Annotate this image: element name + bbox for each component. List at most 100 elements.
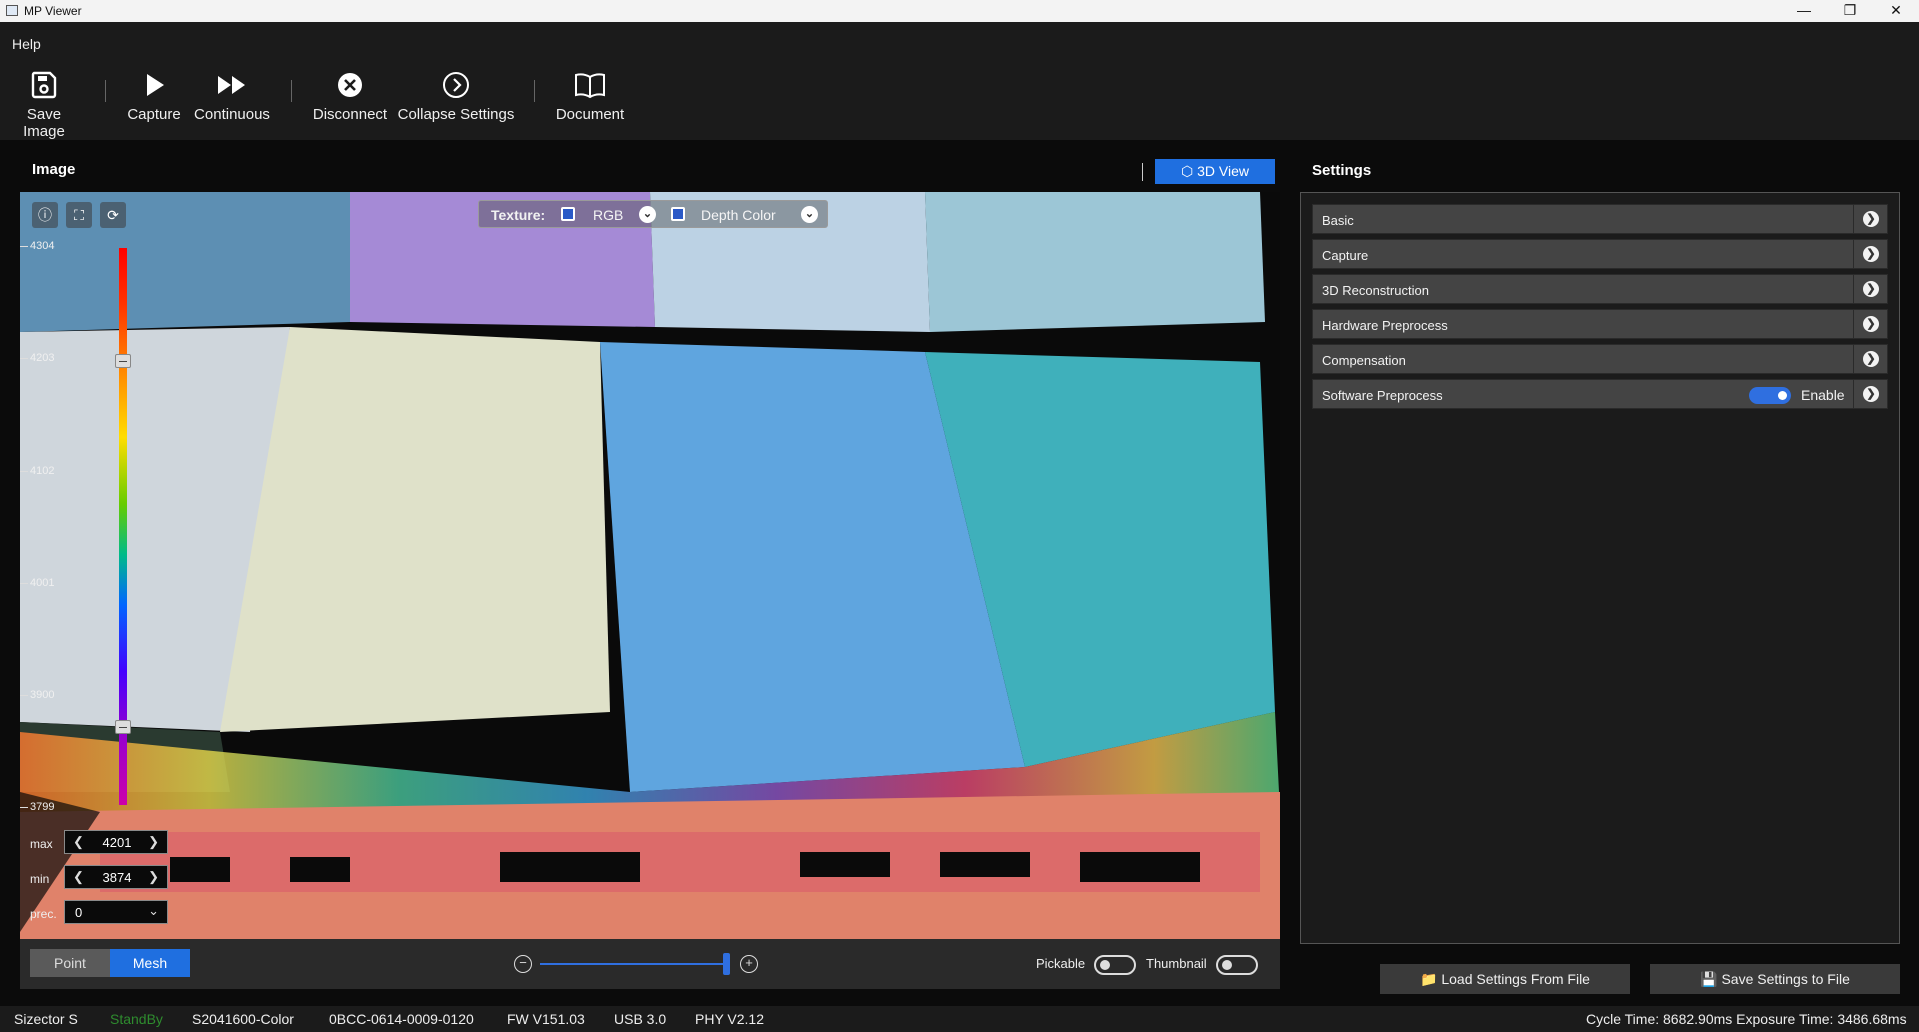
depth-color-checkbox[interactable] (671, 207, 685, 221)
point-cloud-render[interactable] (20, 192, 1280, 939)
load-settings-label: Load Settings From File (1441, 971, 1590, 987)
colorbar-max-handle[interactable] (115, 354, 131, 368)
expand-button[interactable]: ❯ (1853, 205, 1887, 233)
scale-tick: 4304 (20, 240, 55, 252)
app-icon (6, 5, 18, 16)
depth-color-dropdown-icon[interactable]: ⌄ (801, 206, 818, 223)
point-mode-button[interactable]: Point (30, 949, 110, 977)
scale-tick: 4102 (20, 465, 55, 477)
capture-button[interactable]: Capture (124, 58, 184, 140)
expand-button[interactable]: ❯ (1853, 240, 1887, 268)
zoom-slider-handle[interactable] (723, 953, 730, 975)
section-label: Basic (1322, 213, 1354, 228)
settings-section-basic[interactable]: Basic ❯ (1312, 204, 1888, 234)
device-serial: S2041600-Color (192, 1011, 294, 1027)
chevron-left-icon[interactable]: ❮ (73, 834, 84, 850)
scale-tick: 3799 (20, 801, 55, 813)
collapse-settings-button[interactable]: Collapse Settings (396, 58, 516, 140)
close-icon[interactable]: ✕ (1873, 0, 1919, 22)
timing-info: Cycle Time: 8682.90ms Exposure Time: 348… (1586, 1011, 1907, 1027)
menu-bar: Help (0, 22, 1919, 58)
settings-section-capture[interactable]: Capture ❯ (1312, 239, 1888, 269)
document-label: Document (555, 106, 625, 123)
image-panel-title: Image (32, 161, 76, 178)
mesh-mode-button[interactable]: Mesh (110, 949, 190, 977)
thumbnail-label: Thumbnail (1146, 956, 1207, 971)
fit-view-icon[interactable]: ⛶ (66, 202, 92, 228)
expand-button[interactable]: ❯ (1853, 345, 1887, 373)
3d-view-button[interactable]: ⬡ 3D View (1155, 159, 1275, 184)
viewport-bottom-bar: Point Mesh − + Pickable Thumbnail (20, 939, 1280, 989)
thumbnail-toggle[interactable] (1216, 955, 1258, 975)
zoom-slider[interactable] (540, 963, 730, 965)
menu-help[interactable]: Help (12, 36, 41, 52)
section-label: Compensation (1322, 353, 1406, 368)
3d-viewport[interactable]: ⓘ ⛶ ⟳ Texture: RGB ⌄ Depth Color ⌄ 4304 … (20, 192, 1280, 939)
rgb-checkbox[interactable] (561, 207, 575, 221)
save-settings-button[interactable]: 💾 Save Settings to File (1650, 964, 1900, 994)
disconnect-button[interactable]: Disconnect (310, 58, 390, 140)
settings-section-compensation[interactable]: Compensation ❯ (1312, 344, 1888, 374)
zoom-in-icon[interactable]: + (740, 955, 758, 973)
device-state: StandBy (110, 1011, 163, 1027)
load-settings-button[interactable]: 📁 Load Settings From File (1380, 964, 1630, 994)
chevron-right-icon: ❯ (1863, 246, 1879, 262)
folder-icon: 📁 (1420, 971, 1438, 987)
play-icon (147, 74, 164, 96)
settings-section-3d-reconstruction[interactable]: 3D Reconstruction ❯ (1312, 274, 1888, 304)
capture-label: Capture (127, 106, 181, 123)
restore-icon[interactable]: ❐ (1827, 0, 1873, 22)
expand-button[interactable]: ❯ (1853, 310, 1887, 338)
usb-version: USB 3.0 (614, 1011, 667, 1027)
chevron-down-icon: ⌄ (148, 903, 159, 918)
min-stepper[interactable]: 3874 ❮ ❯ (64, 865, 168, 889)
settings-section-hardware-preprocess[interactable]: Hardware Preprocess ❯ (1312, 309, 1888, 339)
section-label: Hardware Preprocess (1322, 318, 1448, 333)
chevron-right-icon[interactable]: ❯ (148, 869, 159, 885)
reset-rotation-icon[interactable]: ⟳ (100, 202, 126, 228)
title-bar: MP Viewer — ❐ ✕ (0, 0, 1919, 22)
section-label: Software Preprocess (1322, 388, 1443, 403)
phy-version: PHY V2.12 (695, 1011, 765, 1027)
section-label: 3D Reconstruction (1322, 283, 1429, 298)
chevron-right-icon: ❯ (1863, 316, 1879, 332)
continuous-button[interactable]: Continuous (190, 58, 274, 140)
toolbar: Save Image Capture Continuous Disconnect… (0, 58, 1919, 140)
toolbar-divider (534, 80, 535, 102)
chevron-right-circle-icon (443, 72, 469, 98)
info-icon[interactable]: ⓘ (32, 202, 58, 228)
device-name: Sizector S (14, 1011, 78, 1027)
disconnect-label: Disconnect (312, 106, 388, 123)
min-label: min (30, 872, 50, 886)
zoom-out-icon[interactable]: − (514, 955, 532, 973)
fast-forward-icon (218, 76, 245, 94)
chevron-right-icon: ❯ (1863, 386, 1879, 402)
toolbar-divider (291, 80, 292, 102)
cube-icon: ⬡ (1180, 163, 1194, 179)
save-image-button[interactable]: Save Image (4, 58, 84, 140)
scale-tick: 4203 (20, 352, 55, 364)
chevron-right-icon[interactable]: ❯ (148, 834, 159, 850)
settings-section-software-preprocess[interactable]: Software Preprocess Enable ❯ (1312, 379, 1888, 409)
rgb-dropdown-icon[interactable]: ⌄ (639, 206, 656, 223)
max-stepper[interactable]: 4201 ❮ ❯ (64, 830, 168, 854)
minimize-icon[interactable]: — (1781, 0, 1827, 22)
texture-selector: Texture: RGB ⌄ Depth Color ⌄ (478, 200, 828, 228)
firmware-version: FW V151.03 (507, 1011, 585, 1027)
save-icon: 💾 (1700, 971, 1718, 987)
expand-button[interactable]: ❯ (1853, 275, 1887, 303)
document-button[interactable]: Document (550, 58, 630, 140)
max-label: max (30, 837, 53, 851)
expand-button[interactable]: ❯ (1853, 380, 1887, 408)
view-divider (1142, 163, 1143, 181)
toolbar-divider (105, 80, 106, 102)
texture-label: Texture: (491, 207, 546, 223)
precision-select[interactable]: 0 ⌄ (64, 900, 168, 924)
pickable-toggle[interactable] (1094, 955, 1136, 975)
colorbar-min-handle[interactable] (115, 720, 131, 734)
save-settings-label: Save Settings to File (1721, 971, 1850, 987)
section-label: Capture (1322, 248, 1369, 263)
settings-list (1300, 192, 1900, 944)
enable-toggle[interactable] (1749, 387, 1791, 404)
chevron-left-icon[interactable]: ❮ (73, 869, 84, 885)
